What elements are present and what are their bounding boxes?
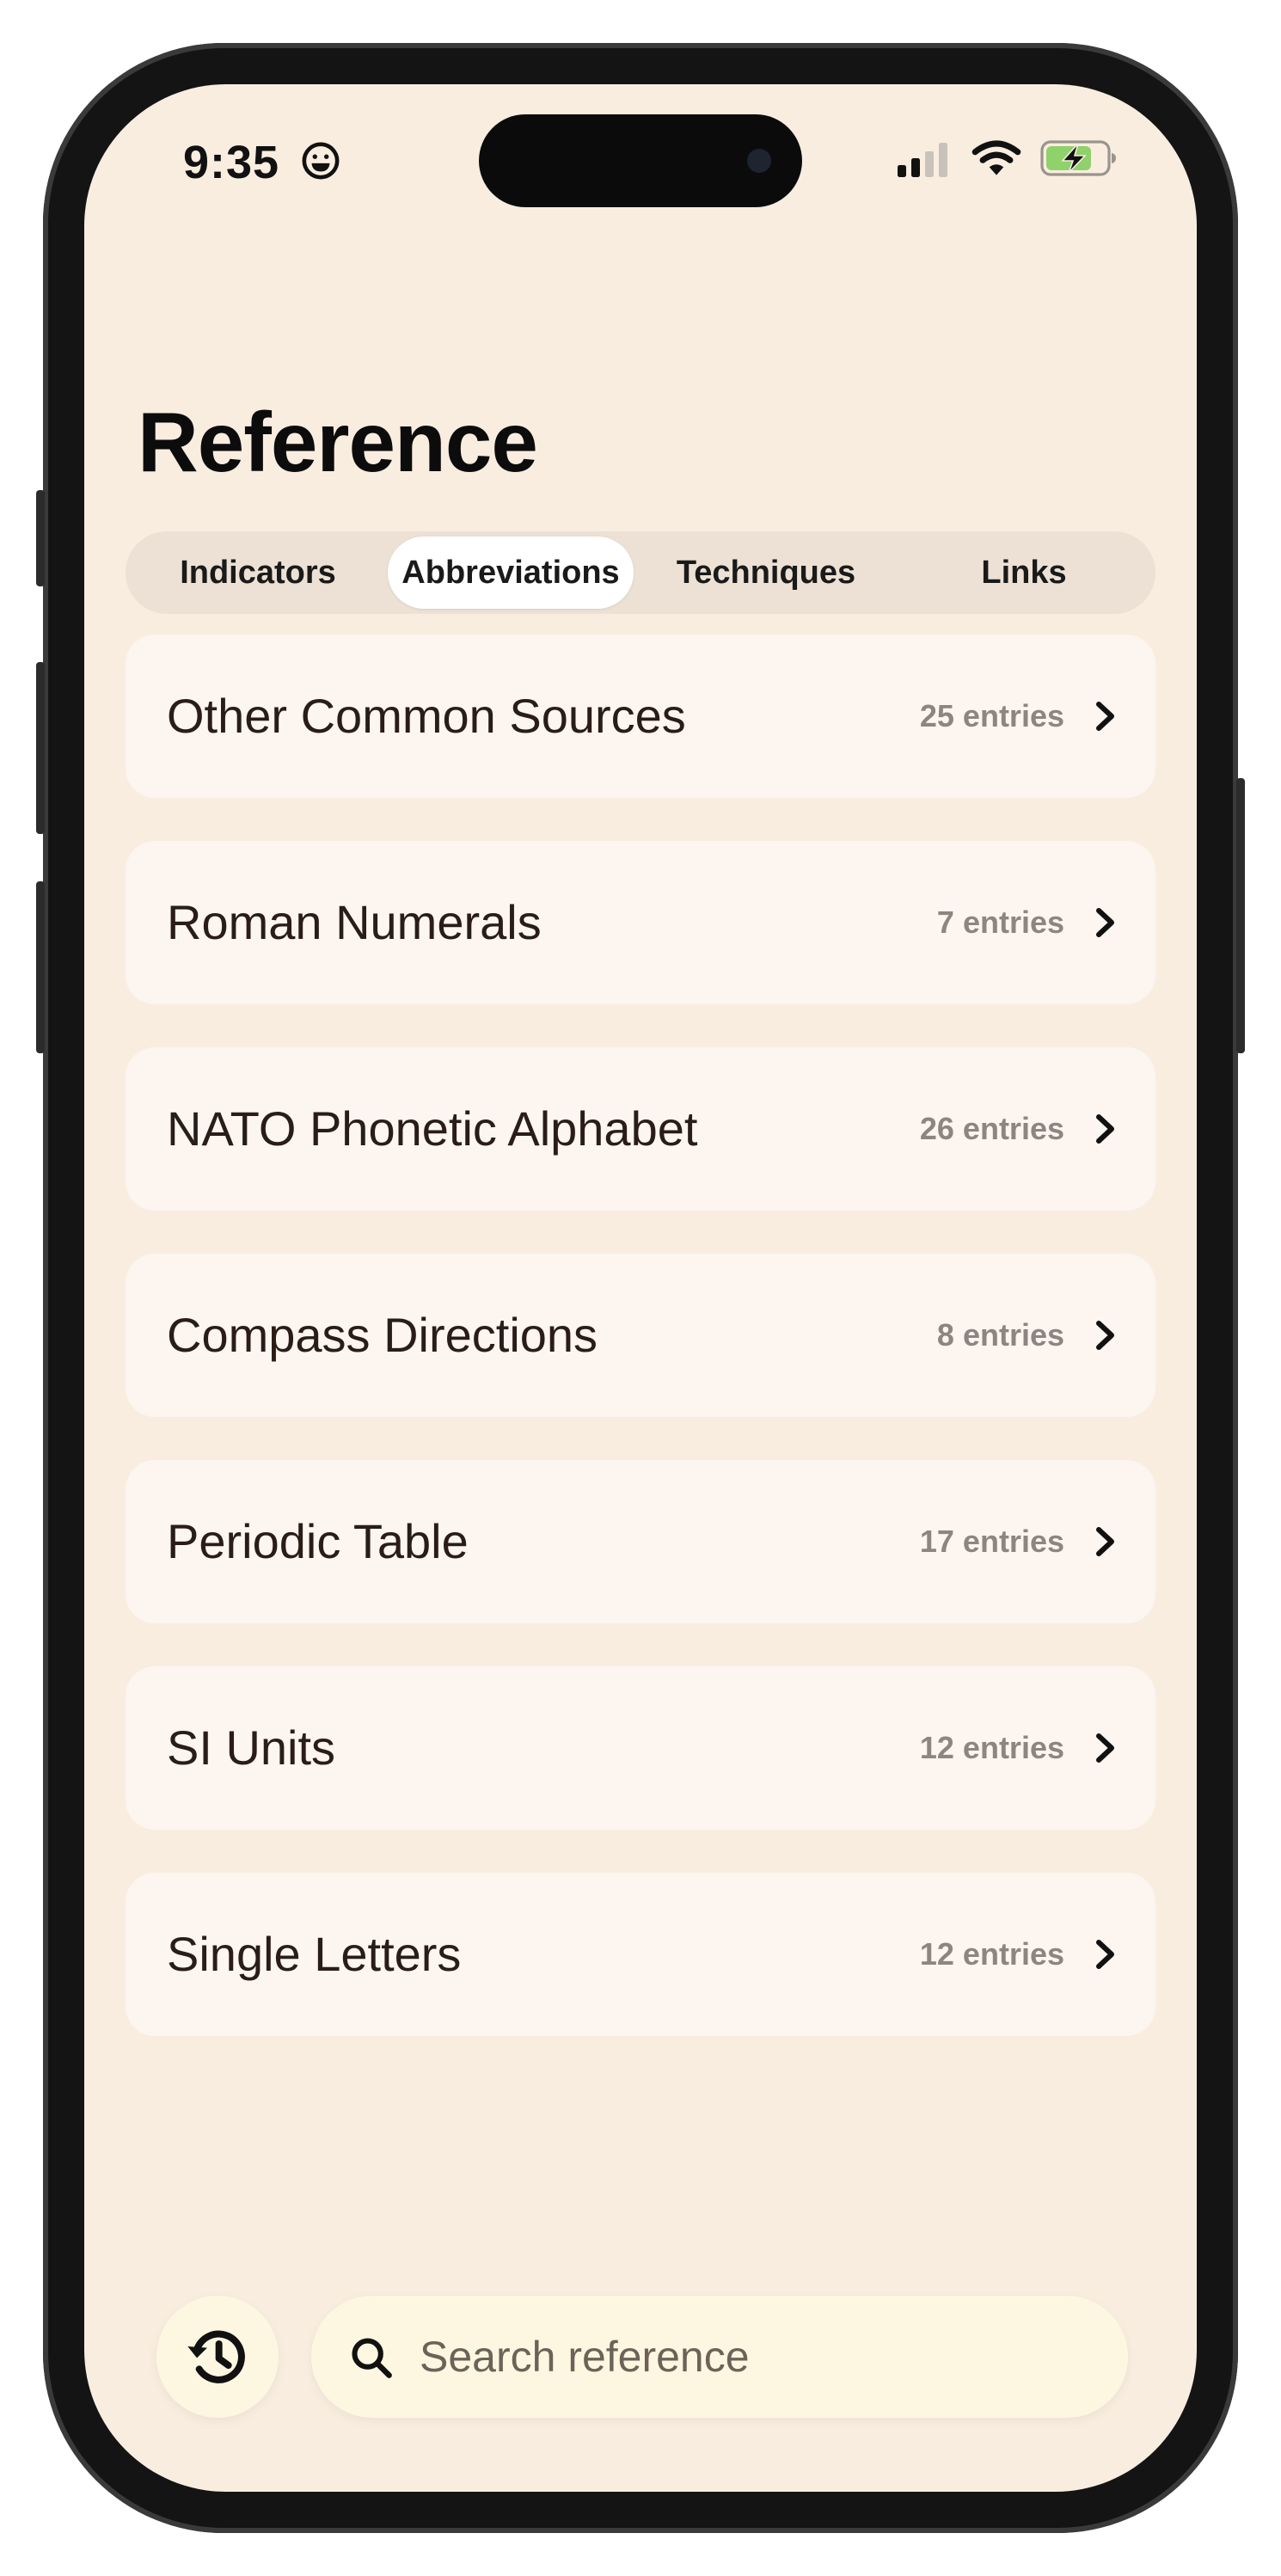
list-item-title: SI Units [167, 1720, 336, 1775]
entry-count: 12 entries [919, 1936, 1064, 1972]
entry-count: 26 entries [919, 1111, 1064, 1146]
smiley-icon [302, 142, 340, 180]
wifi-icon [971, 140, 1021, 175]
camera-lens [747, 149, 771, 173]
list-item-si-units[interactable]: SI Units 12 entries [126, 1666, 1155, 1830]
list-item-roman-numerals[interactable]: Roman Numerals 7 entries [126, 841, 1155, 1004]
tab-indicators[interactable]: Indicators [138, 537, 378, 609]
chevron-right-icon [1096, 1733, 1114, 1763]
volume-up-button [36, 662, 45, 834]
list-item-other-common-sources[interactable]: Other Common Sources 25 entries [126, 635, 1155, 798]
entry-count: 8 entries [936, 1317, 1064, 1352]
battery-charging-icon [1040, 140, 1116, 176]
tab-abbreviations[interactable]: Abbreviations [388, 537, 634, 609]
page-title: Reference [138, 395, 538, 489]
history-icon [187, 2330, 245, 2383]
search-icon [352, 2338, 392, 2378]
status-time: 9:35 [183, 137, 280, 188]
entry-count: 25 entries [919, 698, 1064, 733]
chevron-right-icon [1096, 1321, 1114, 1350]
chevron-right-icon [1096, 1114, 1114, 1144]
chevron-right-icon [1096, 908, 1114, 937]
action-button [36, 490, 45, 586]
dynamic-island [479, 114, 802, 207]
entry-count: 7 entries [936, 905, 1064, 940]
list-item-periodic-table[interactable]: Periodic Table 17 entries [126, 1460, 1155, 1623]
entry-count: 12 entries [919, 1730, 1064, 1765]
chevron-right-icon [1096, 702, 1114, 731]
list-item-single-letters[interactable]: Single Letters 12 entries [126, 1873, 1155, 2036]
power-button [1236, 778, 1245, 1053]
app-screen: 9:35 Reference Indicators Abbreviations … [84, 84, 1197, 2492]
list-item-title: NATO Phonetic Alphabet [167, 1101, 698, 1156]
entry-count: 17 entries [919, 1524, 1064, 1559]
history-button[interactable] [156, 2296, 279, 2418]
list-item-title: Compass Directions [167, 1308, 598, 1362]
volume-down-button [36, 881, 45, 1053]
chevron-right-icon [1096, 1527, 1114, 1556]
search-input[interactable]: Search reference [311, 2296, 1128, 2418]
list-item-title: Periodic Table [167, 1514, 469, 1568]
search-placeholder: Search reference [420, 2333, 750, 2381]
tab-links[interactable]: Links [899, 537, 1149, 609]
list-item-nato-phonetic-alphabet[interactable]: NATO Phonetic Alphabet 26 entries [126, 1047, 1155, 1211]
chevron-right-icon [1096, 1940, 1114, 1969]
list-item-compass-directions[interactable]: Compass Directions 8 entries [126, 1254, 1155, 1417]
category-tabs: Indicators Abbreviations Techniques Link… [126, 531, 1155, 614]
list-item-title: Roman Numerals [167, 895, 542, 949]
signal-icon [898, 143, 947, 177]
list-item-title: Other Common Sources [167, 689, 686, 743]
list-item-title: Single Letters [167, 1927, 462, 1981]
tab-techniques[interactable]: Techniques [641, 537, 891, 609]
